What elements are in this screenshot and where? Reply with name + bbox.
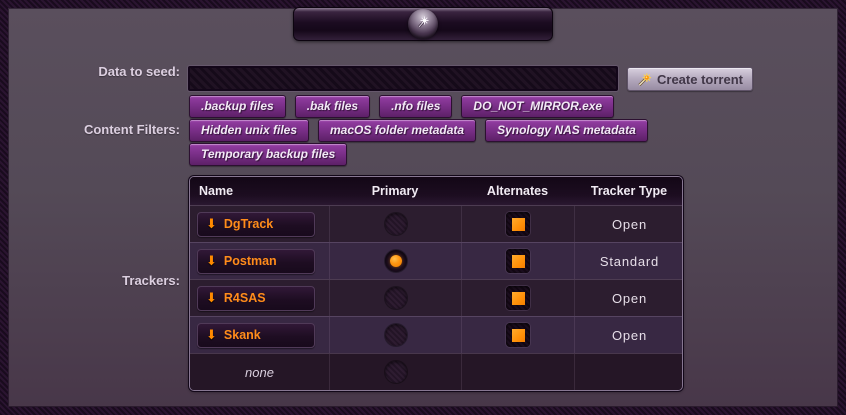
tracker-name: Skank xyxy=(224,328,261,342)
magic-wand-sphere-button[interactable] xyxy=(408,9,438,39)
create-torrent-panel: Data to seed: Create torrent Content Fil… xyxy=(8,8,838,407)
tracker-name: Postman xyxy=(224,254,277,268)
primary-radio[interactable] xyxy=(385,250,407,272)
create-torrent-button-label: Create torrent xyxy=(657,72,743,87)
filter-chip-row-3: Temporary backup files xyxy=(189,143,347,166)
primary-radio[interactable] xyxy=(385,213,407,235)
filter-chip[interactable]: .nfo files xyxy=(379,95,452,118)
data-to-seed-input[interactable] xyxy=(188,66,618,91)
filter-chip[interactable]: Synology NAS metadata xyxy=(485,119,648,142)
download-arrow-icon: ⬇ xyxy=(206,328,217,341)
download-arrow-icon: ⬇ xyxy=(206,217,217,230)
tracker-type: Open xyxy=(612,328,647,343)
tracker-row: ⬇ Skank Open xyxy=(190,316,682,353)
create-torrent-button[interactable]: Create torrent xyxy=(627,67,753,91)
primary-radio[interactable] xyxy=(385,287,407,309)
tracker-link-dgtrack[interactable]: ⬇ DgTrack xyxy=(197,212,315,237)
primary-radio[interactable] xyxy=(385,324,407,346)
tracker-link-r4sas[interactable]: ⬇ R4SAS xyxy=(197,286,315,311)
alternates-checkbox[interactable] xyxy=(506,249,530,273)
filter-chip[interactable]: macOS folder metadata xyxy=(318,119,476,142)
tracker-name: DgTrack xyxy=(224,217,273,231)
primary-radio-none[interactable] xyxy=(385,361,407,383)
alternates-checkbox[interactable] xyxy=(506,286,530,310)
trackers-table: Name Primary Alternates Tracker Type ⬇ D… xyxy=(189,176,683,391)
filter-chip[interactable]: .backup files xyxy=(189,95,286,118)
filter-chip-row-1: .backup files .bak files .nfo files DO_N… xyxy=(189,95,614,118)
tracker-name: R4SAS xyxy=(224,291,266,305)
tracker-type: Standard xyxy=(600,254,659,269)
download-arrow-icon: ⬇ xyxy=(206,291,217,304)
column-header-alternates: Alternates xyxy=(461,177,574,205)
tracker-none-label: none xyxy=(245,365,274,380)
download-arrow-icon: ⬇ xyxy=(206,254,217,267)
filter-chip-row-2: Hidden unix files macOS folder metadata … xyxy=(189,119,648,142)
column-header-primary: Primary xyxy=(329,177,461,205)
filter-chip[interactable]: .bak files xyxy=(295,95,370,118)
section-toggle-bar[interactable] xyxy=(293,7,553,41)
alternates-checkbox[interactable] xyxy=(506,323,530,347)
magic-wand-icon xyxy=(637,72,652,87)
filter-chip[interactable]: Temporary backup files xyxy=(189,143,347,166)
filter-chip[interactable]: Hidden unix files xyxy=(189,119,309,142)
tracker-row: ⬇ Postman Standard xyxy=(190,242,682,279)
tracker-link-skank[interactable]: ⬇ Skank xyxy=(197,323,315,348)
magic-wand-icon xyxy=(415,14,431,35)
tracker-link-postman[interactable]: ⬇ Postman xyxy=(197,249,315,274)
data-to-seed-label: Data to seed: xyxy=(28,64,180,79)
content-filters-label: Content Filters: xyxy=(28,122,180,137)
tracker-type: Open xyxy=(612,291,647,306)
column-header-tracker-type: Tracker Type xyxy=(574,177,683,205)
tracker-row-none: none xyxy=(190,353,682,390)
tracker-row: ⬇ R4SAS Open xyxy=(190,279,682,316)
trackers-table-header: Name Primary Alternates Tracker Type xyxy=(190,177,682,205)
alternates-checkbox[interactable] xyxy=(506,212,530,236)
tracker-type: Open xyxy=(612,217,647,232)
tracker-row: ⬇ DgTrack Open xyxy=(190,205,682,242)
filter-chip[interactable]: DO_NOT_MIRROR.exe xyxy=(461,95,614,118)
column-header-name: Name xyxy=(190,177,329,205)
trackers-label: Trackers: xyxy=(28,273,180,288)
